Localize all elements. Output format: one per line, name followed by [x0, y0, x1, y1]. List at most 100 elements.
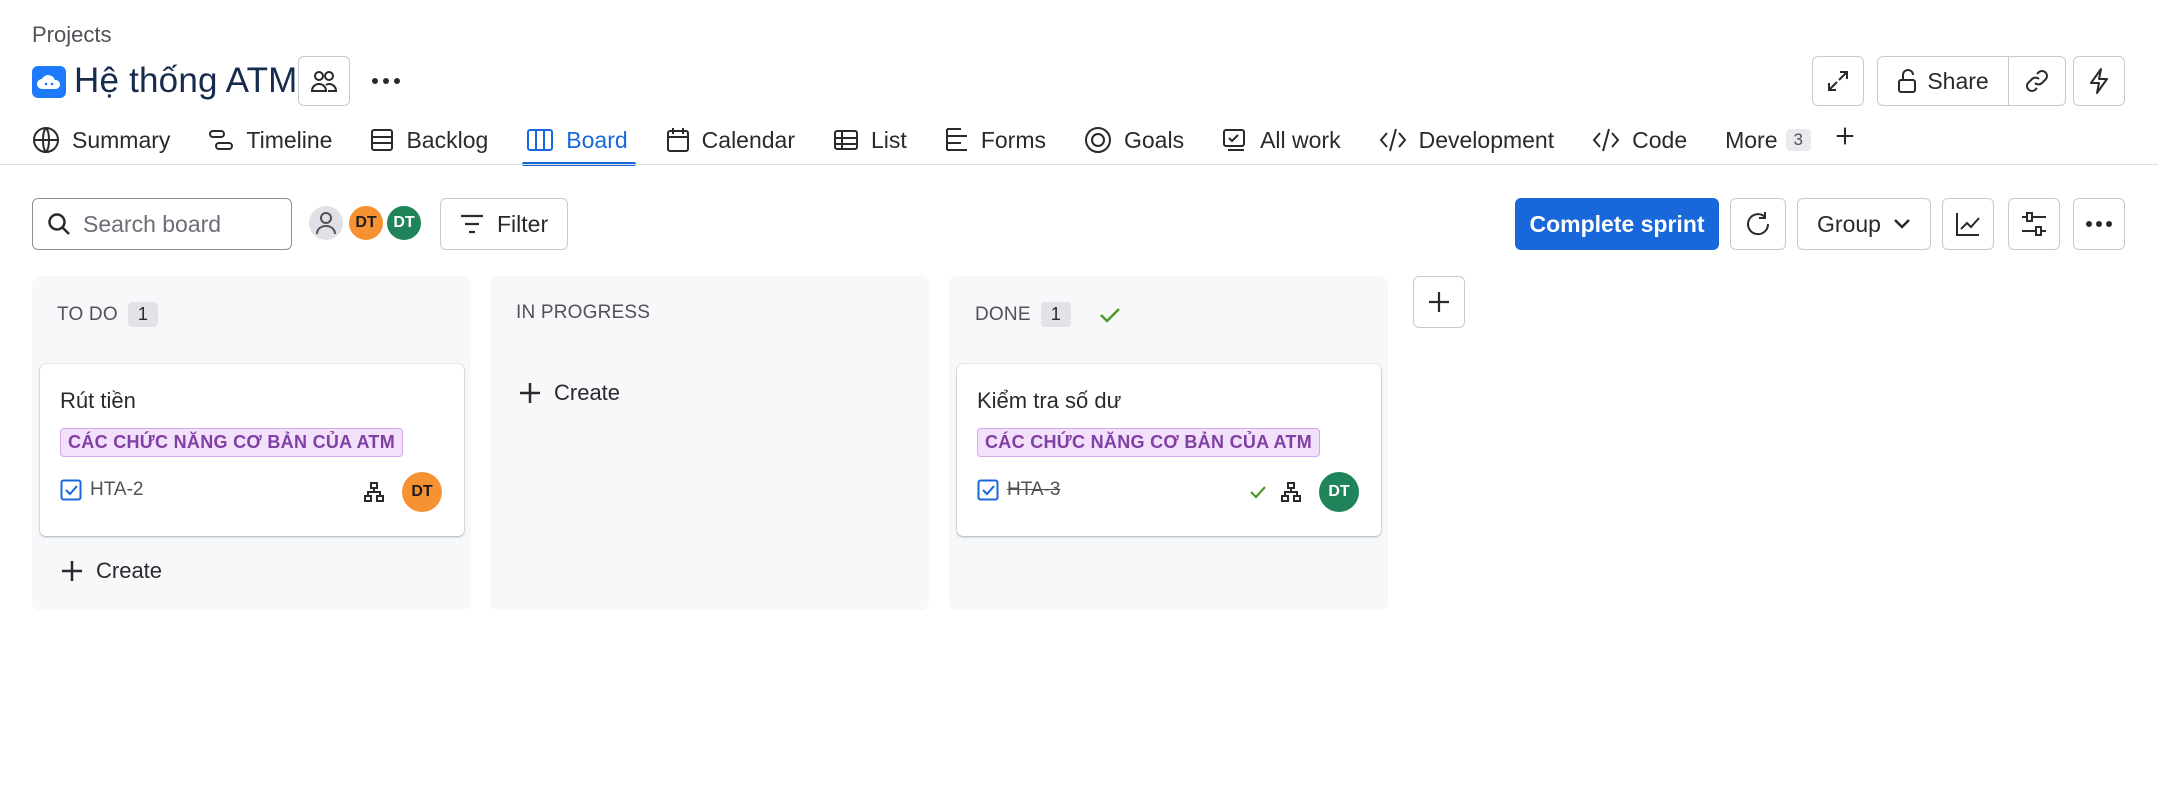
share-label: Share [1927, 67, 1989, 94]
tab-label: Backlog [406, 126, 489, 153]
more-icon [2086, 221, 2112, 227]
column-title: TO DO [57, 303, 118, 325]
filter-label: Filter [497, 210, 549, 237]
issue-key[interactable]: HTA-3 [1007, 479, 1060, 501]
tab-backlog[interactable]: Backlog [370, 120, 488, 160]
tab-label: More [1725, 126, 1778, 153]
epic-label[interactable]: CÁC CHỨC NĂNG CƠ BẢN CỦA ATM [60, 428, 403, 457]
search-input[interactable] [83, 210, 273, 238]
expand-icon [1828, 71, 1848, 91]
filter-button[interactable]: Filter [440, 198, 568, 250]
assignee-avatar[interactable]: DT [1319, 472, 1359, 512]
tab-calendar[interactable]: Calendar [666, 120, 795, 160]
card-title: Rút tiền [60, 388, 136, 413]
tab-board[interactable]: Board [522, 120, 637, 166]
issue-card-hta-2[interactable]: Rút tiền CÁC CHỨC NĂNG CƠ BẢN CỦA ATM HT… [40, 364, 464, 536]
tab-goals[interactable]: Goals [1084, 120, 1184, 160]
avatar-filter-dt-1[interactable]: DT [347, 204, 385, 242]
add-column-button[interactable] [1413, 276, 1465, 328]
column-header: IN PROGRESS [516, 302, 650, 324]
tab-label: Summary [72, 126, 171, 153]
board-more-button[interactable] [2073, 198, 2125, 250]
group-label: Group [1817, 210, 1881, 237]
assignee-avatar[interactable]: DT [402, 472, 442, 512]
tab-more[interactable]: More 3 [1725, 120, 1811, 160]
issue-key[interactable]: HTA-2 [90, 479, 143, 501]
project-tabs: Summary Timeline Backlog Board Calendar … [32, 120, 1905, 166]
create-label: Create [96, 558, 163, 583]
list-icon [834, 130, 859, 150]
checkmark-icon [1100, 307, 1120, 323]
task-checkbox-icon [977, 479, 999, 501]
filter-icon [461, 214, 483, 234]
column-title: IN PROGRESS [516, 302, 651, 323]
column-title: DONE [975, 303, 1031, 325]
insights-button[interactable] [1942, 198, 1994, 250]
issue-card-hta-3[interactable]: Kiểm tra số dư CÁC CHỨC NĂNG CƠ BẢN CỦA … [957, 364, 1381, 536]
tab-timeline[interactable]: Timeline [208, 120, 332, 160]
column-in-progress: IN PROGRESS Create [490, 276, 929, 610]
group-dropdown[interactable]: Group [1797, 198, 1931, 250]
add-tab-button[interactable] [1835, 120, 1867, 152]
card-meta: DT [1249, 472, 1359, 512]
search-icon [48, 213, 70, 235]
tab-label: Code [1632, 126, 1688, 153]
done-check-icon [1250, 486, 1266, 499]
tab-summary[interactable]: Summary [32, 120, 170, 160]
tab-label: All work [1260, 126, 1341, 153]
more-icon [372, 78, 400, 84]
tab-label: Calendar [701, 126, 796, 153]
plus-icon [520, 383, 540, 403]
card-title: Kiểm tra số dư [977, 388, 1122, 413]
column-header: TO DO 1 [57, 302, 159, 327]
task-checkbox-icon [60, 479, 82, 501]
card-key: HTA-2 [60, 479, 143, 501]
share-button[interactable]: Share [1877, 56, 2009, 106]
card-key: HTA-3 [977, 479, 1060, 501]
timeline-icon [209, 130, 234, 150]
tab-label: Goals [1123, 126, 1185, 153]
globe-icon [33, 127, 59, 153]
hierarchy-icon [364, 482, 384, 502]
fullscreen-button[interactable] [1812, 56, 1864, 106]
column-header: DONE 1 [975, 302, 1121, 327]
tab-label: Board [566, 126, 628, 153]
link-icon [2026, 70, 2048, 92]
tab-code[interactable]: Code [1592, 120, 1687, 160]
create-label: Create [554, 380, 621, 405]
person-icon [316, 212, 336, 235]
tab-all-work[interactable]: All work [1222, 120, 1341, 160]
tab-development[interactable]: Development [1379, 120, 1555, 160]
avatar-unassigned[interactable] [307, 204, 345, 242]
plus-icon [1836, 127, 1854, 145]
forms-icon [945, 128, 967, 151]
people-icon [310, 71, 338, 92]
refresh-icon [1747, 212, 1770, 236]
project-members-button[interactable] [298, 56, 350, 106]
avatar-filter-dt-2[interactable]: DT [385, 204, 423, 242]
hierarchy-icon [1281, 482, 1301, 502]
project-more-button[interactable] [362, 56, 410, 106]
tab-label: List [871, 126, 907, 153]
tab-list[interactable]: List [833, 120, 907, 160]
copy-link-button[interactable] [2008, 56, 2066, 106]
sliders-icon [2022, 212, 2046, 236]
tab-forms[interactable]: Forms [945, 120, 1046, 160]
search-board[interactable] [32, 198, 292, 250]
column-done: DONE 1 Kiểm tra số dư CÁC CHỨC NĂNG CƠ B… [949, 276, 1388, 610]
create-issue-button[interactable]: Create [60, 558, 162, 584]
chevron-down-icon [1894, 219, 1910, 229]
column-count: 1 [127, 302, 159, 327]
retrospective-button[interactable] [1730, 198, 1786, 250]
create-issue-button[interactable]: Create [518, 380, 620, 406]
backlog-icon [371, 129, 394, 151]
automation-button[interactable] [2073, 56, 2125, 106]
breadcrumb-projects[interactable]: Projects [32, 22, 111, 48]
epic-label[interactable]: CÁC CHỨC NĂNG CƠ BẢN CỦA ATM [977, 428, 1320, 457]
tab-label: Development [1418, 126, 1555, 153]
view-settings-button[interactable] [2008, 198, 2060, 250]
tab-label: Timeline [246, 126, 333, 153]
calendar-icon [666, 128, 689, 152]
complete-sprint-button[interactable]: Complete sprint [1515, 198, 1719, 250]
code-icon [1592, 128, 1620, 152]
